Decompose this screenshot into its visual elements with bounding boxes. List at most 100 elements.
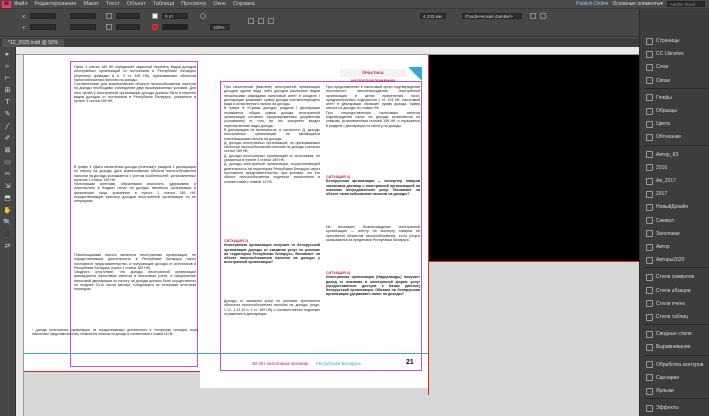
panel-item-стили-таблиц[interactable]: Стили таблиц: [646, 312, 708, 322]
panel-item-слои[interactable]: Слои: [646, 62, 708, 72]
panel-item-эффекты[interactable]: Эффекты: [646, 403, 708, 413]
stroke-type-select[interactable]: [162, 24, 188, 30]
situation-3-box: СИТУАЦИЯ 3) Белорусская организация — эк…: [326, 175, 420, 223]
panel-item-стили-ячеек[interactable]: Стили ячеек: [646, 299, 708, 309]
width-field[interactable]: [70, 13, 96, 19]
stroke-swatch[interactable]: [152, 24, 158, 30]
panel-item-2016[interactable]: 2016: [646, 163, 708, 173]
type-tool-icon[interactable]: T: [3, 99, 12, 107]
menu-window[interactable]: Окно: [213, 1, 226, 7]
menu-help[interactable]: Справка: [233, 1, 255, 7]
pen-tool-icon[interactable]: ✐: [3, 135, 12, 143]
panel-item-новыйдизайн[interactable]: НовыйДизайн: [646, 202, 708, 212]
height-field[interactable]: [70, 24, 96, 30]
y-field[interactable]: [30, 24, 56, 30]
menu-view[interactable]: Просмотр: [181, 1, 206, 7]
panel-item-label: Глифы: [656, 94, 672, 101]
panel-item-label: НовыйДизайн: [656, 204, 689, 211]
menu-table[interactable]: Таблица: [153, 1, 175, 7]
panels-dock: Страницы CC Libraries Слои Связи Глифы Образц…: [639, 10, 709, 416]
fit-frame-icon[interactable]: [530, 13, 536, 19]
fit-content-icon[interactable]: [540, 13, 546, 19]
baseline-guide: [200, 353, 428, 354]
rectangle-tool-icon[interactable]: ▭: [3, 159, 12, 167]
swap-icon[interactable]: ⇄: [3, 243, 12, 251]
panel-item-ярлыки[interactable]: Ярлыки: [646, 386, 708, 396]
panel-item-обтекание[interactable]: Обтекание: [646, 132, 708, 142]
rotation-field[interactable]: [116, 13, 140, 19]
scissors-tool-icon[interactable]: ✂: [3, 171, 12, 179]
menu-type[interactable]: Текст: [106, 1, 120, 7]
menu-bar: Id Файл Редактирование Макет Текст Объек…: [0, 0, 709, 9]
align-center-icon[interactable]: [258, 18, 264, 24]
effects-icon[interactable]: [200, 13, 206, 19]
shear-icon[interactable]: [106, 24, 112, 30]
panel-icon: [646, 404, 653, 412]
col1-paragraph: Д. доходы иностранной организации, осуще…: [224, 162, 320, 184]
menu-file[interactable]: Файл: [14, 1, 28, 7]
panel-item-автор[interactable]: Автор: [646, 242, 708, 252]
hand-tool-icon[interactable]: ✋: [3, 207, 12, 215]
col1-paragraph: Д. доходы иностранных организаций от ист…: [224, 153, 320, 163]
gap-tool-icon[interactable]: ⊞: [3, 87, 12, 95]
object-style-select[interactable]: [Графический фрейм]+: [462, 13, 522, 19]
shear-field[interactable]: [116, 24, 140, 30]
horizontal-ruler[interactable]: [16, 47, 639, 55]
panel-item-выравнивание[interactable]: Выравнивание: [646, 342, 708, 352]
panel-item-label: Стили таблиц: [656, 314, 689, 320]
menu-layout[interactable]: Макет: [83, 1, 99, 7]
page-tool-icon[interactable]: ⊢: [3, 75, 12, 83]
page-right[interactable]: ПРАКТИКА НАЛОГООБЛОЖЕНИЯ При начислении …: [200, 55, 428, 388]
panel-item-label: 2017: [656, 191, 668, 198]
page-left[interactable]: Пункт 1 статьи 189 НК определяет закрыты…: [24, 55, 200, 371]
panel-item-label: Цвета: [656, 121, 670, 128]
stock-search-input[interactable]: Adobe Stock: [667, 1, 705, 7]
panel-item-cc-libraries[interactable]: CC Libraries: [646, 49, 708, 59]
line-tool-icon[interactable]: ╱: [3, 123, 12, 131]
publish-online-button[interactable]: Publish Online: [576, 1, 608, 7]
panel-item-образцы[interactable]: Образцы: [646, 106, 708, 116]
panel-item-сводные-стили[interactable]: Сводные стили: [646, 329, 708, 339]
direct-selection-tool-icon[interactable]: ▹: [3, 63, 12, 71]
panel-item-label: Стили символов: [656, 274, 695, 281]
panel-separator: [644, 354, 708, 356]
rotate-icon[interactable]: [106, 13, 112, 19]
workspace-switcher[interactable]: Основные элементы ▾: [612, 1, 663, 7]
gradient-tool-icon[interactable]: ⬒: [3, 195, 12, 203]
document-canvas[interactable]: Пункт 1 статьи 189 НК определяет закрыты…: [24, 55, 639, 416]
fill-swatch[interactable]: [152, 13, 158, 19]
panel-item-стили-абзацев[interactable]: Стили абзацев: [646, 286, 708, 296]
align-left-icon[interactable]: [248, 18, 254, 24]
panel-icon: [646, 120, 653, 128]
menu-object[interactable]: Объект: [127, 1, 146, 7]
panel-icon: [646, 151, 653, 159]
panel-item-сценарии[interactable]: Сценарии: [646, 373, 708, 383]
panel-item-обработка-контуров[interactable]: Обработка контуров: [646, 360, 708, 370]
panel-item-2017[interactable]: 2017: [646, 189, 708, 199]
panel-item-страницы[interactable]: Страницы: [646, 36, 708, 46]
panel-item-автор-кз[interactable]: Автор_КЗ: [646, 150, 708, 160]
menu-edit[interactable]: Редактирование: [35, 1, 77, 7]
frame-tool-icon[interactable]: ⊠: [3, 147, 12, 155]
stroke-weight-field[interactable]: 0 пт: [162, 13, 188, 19]
panel-item-глифы[interactable]: Глифы: [646, 93, 708, 103]
pencil-tool-icon[interactable]: ✎: [3, 111, 12, 119]
panel-item-стили-символов[interactable]: Стили символов: [646, 272, 708, 282]
opacity-field[interactable]: 100%: [210, 24, 230, 30]
panel-item-связи[interactable]: Связи: [646, 76, 708, 86]
fill-stroke-icon[interactable]: ⬛: [3, 231, 12, 239]
align-right-icon[interactable]: [268, 18, 274, 24]
panel-item-ав-2017[interactable]: Ав_2017: [646, 176, 708, 186]
situation-2-box: СИТУАЦИЯ 2) Иностранная организация полу…: [224, 239, 320, 295]
panel-item-символ[interactable]: Символ: [646, 216, 708, 226]
transform-tool-icon[interactable]: ⇲: [3, 183, 12, 191]
panel-item-авторы2020[interactable]: Авторы2020: [646, 255, 708, 265]
panel-item-цвета[interactable]: Цвета: [646, 119, 708, 129]
panel-item-заголовки[interactable]: Заголовки: [646, 229, 708, 239]
x-field[interactable]: [30, 13, 56, 19]
width-value-field[interactable]: 4,233 мм: [420, 13, 446, 19]
document-tab[interactable]: *12_2020.indd @ 92%: [2, 39, 65, 47]
selection-tool-icon[interactable]: ▸: [3, 51, 12, 59]
vertical-ruler[interactable]: [16, 55, 24, 416]
zoom-tool-icon[interactable]: 🔍: [3, 219, 12, 227]
